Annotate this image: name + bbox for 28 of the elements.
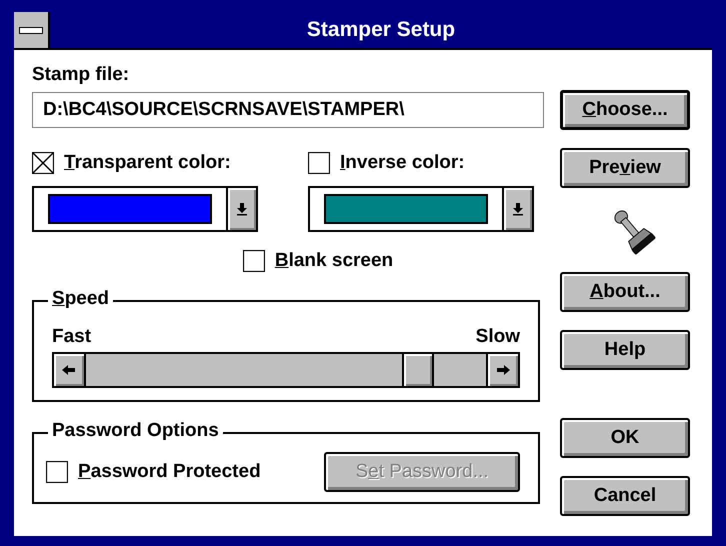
checkbox-label: Blank screen (274, 250, 394, 272)
checkbox[interactable] (242, 250, 265, 272)
color-dropdown[interactable] (308, 186, 534, 232)
system-menu-button[interactable] (14, 12, 50, 48)
checkbox[interactable] (308, 152, 330, 174)
dialog-button[interactable]: OK (560, 418, 690, 458)
dialog-button[interactable]: Preview (560, 148, 690, 188)
checkbox-label: Inverse color: (340, 152, 465, 174)
slider-label: Slow (476, 326, 520, 348)
input-field[interactable]: D:\BC4\SOURCE\SCRNSAVE\STAMPER\ (32, 92, 544, 128)
dialog-button[interactable]: Cancel (560, 476, 690, 516)
scroll-bar[interactable] (52, 352, 520, 388)
checkbox-label: Password Protected (78, 461, 261, 483)
dialog-button[interactable]: About... (560, 272, 690, 312)
slider-label: Fast (52, 326, 92, 348)
color-dropdown[interactable] (32, 186, 258, 232)
checkbox-label: Transparent color: (64, 152, 231, 174)
group-title: Password Options (48, 420, 223, 442)
right-arrow-icon[interactable] (486, 354, 518, 386)
group-title: Speed (48, 288, 114, 310)
window-title: Stamper Setup (306, 18, 456, 42)
field-label: Stamp file: (32, 64, 130, 86)
dialog-button[interactable]: Help (560, 330, 690, 370)
checkbox[interactable] (46, 461, 68, 483)
left-arrow-icon[interactable] (54, 354, 86, 386)
checkbox[interactable] (32, 152, 54, 174)
dialog-button[interactable]: Choose... (560, 90, 690, 130)
scroll-thumb[interactable] (402, 354, 434, 386)
